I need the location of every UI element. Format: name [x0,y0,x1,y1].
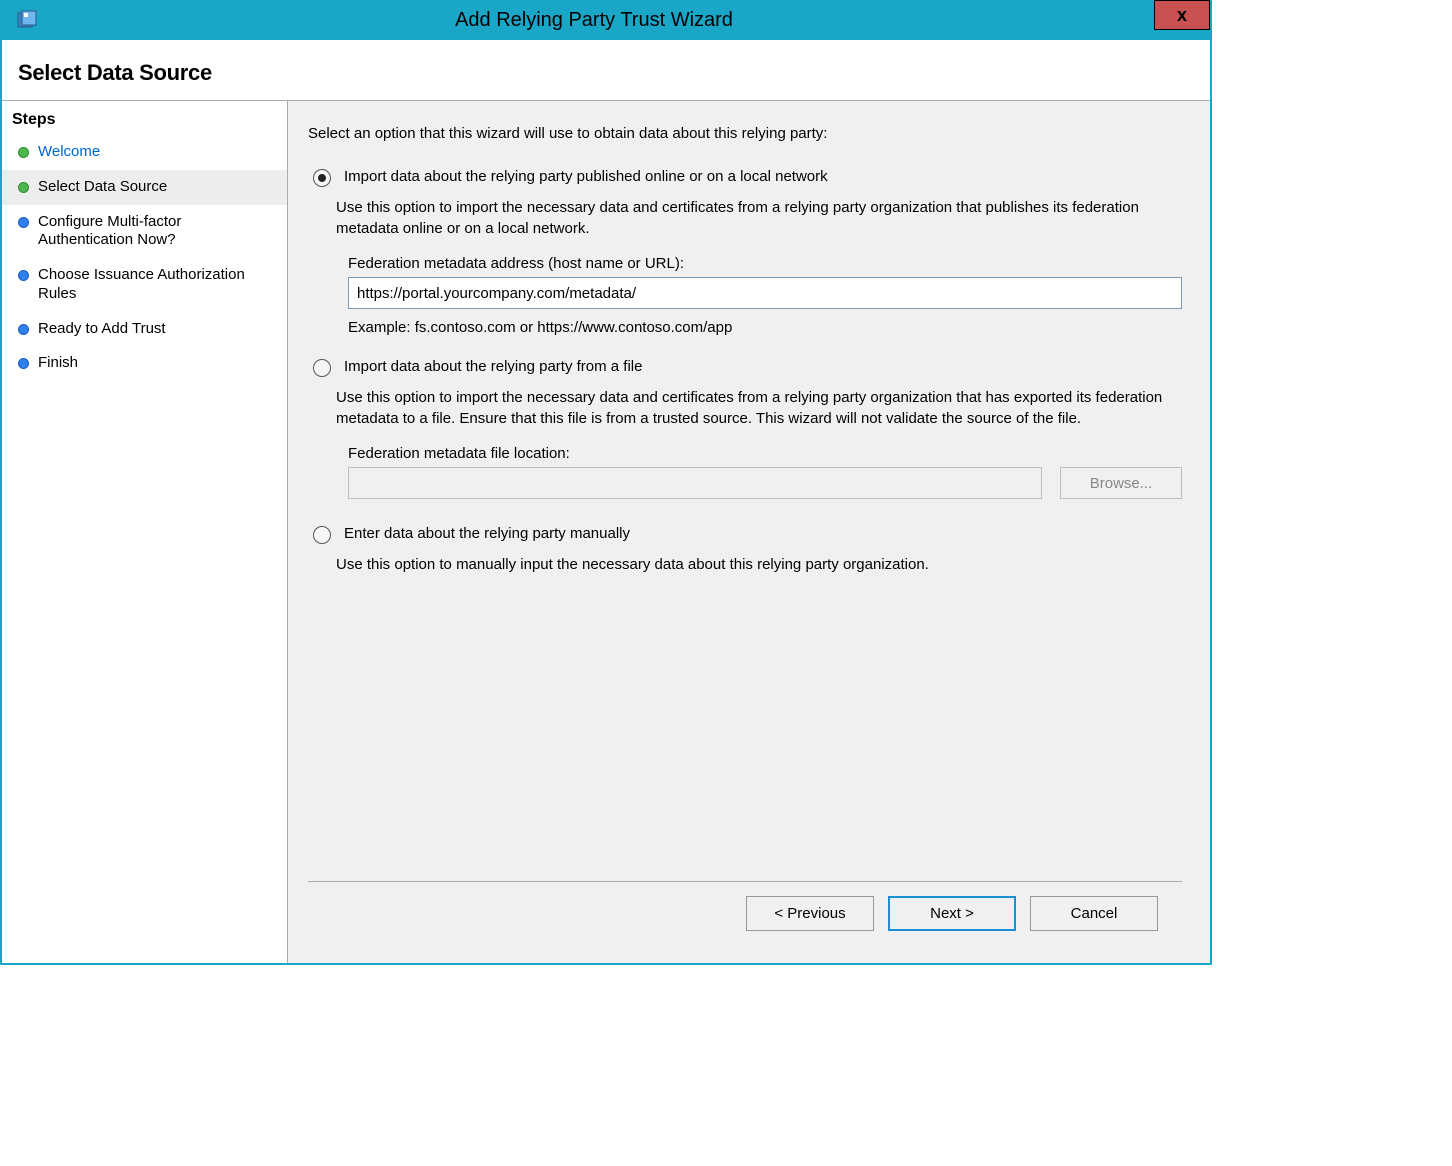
step-finish[interactable]: Finish [2,346,287,381]
option-file-description: Use this option to import the necessary … [336,387,1182,429]
metadata-address-example: Example: fs.contoso.com or https://www.c… [348,319,1182,336]
radio-online[interactable] [313,169,331,187]
step-ready-to-add-trust[interactable]: Ready to Add Trust [2,312,287,347]
step-select-data-source[interactable]: Select Data Source [2,170,287,205]
step-configure-mfa[interactable]: Configure Multi-factor Authentication No… [2,205,287,259]
page-header: Select Data Source [2,40,1210,101]
metadata-address-label: Federation metadata address (host name o… [348,255,1182,272]
radio-file[interactable] [313,359,331,377]
window-title: Add Relying Party Trust Wizard [38,9,1210,32]
steps-heading: Steps [2,107,287,135]
bullet-icon [18,147,29,158]
bullet-icon [18,217,29,228]
option-online-row[interactable]: Import data about the relying party publ… [308,166,1182,187]
step-label: Finish [38,354,78,373]
intro-text: Select an option that this wizard will u… [308,125,1182,142]
wizard-footer: < Previous Next > Cancel [308,881,1182,945]
close-button[interactable]: x [1154,0,1210,30]
option-manual-row[interactable]: Enter data about the relying party manua… [308,523,1182,544]
option-file-row[interactable]: Import data about the relying party from… [308,356,1182,377]
option-manual-label: Enter data about the relying party manua… [344,525,630,542]
metadata-file-input [348,467,1042,499]
titlebar: Add Relying Party Trust Wizard x [2,0,1210,40]
step-label: Welcome [38,143,100,162]
option-file-label: Import data about the relying party from… [344,358,642,375]
option-manual-description: Use this option to manually input the ne… [336,554,1182,575]
step-label: Ready to Add Trust [38,320,166,339]
step-label: Configure Multi-factor Authentication No… [38,213,277,251]
metadata-address-block: Federation metadata address (host name o… [348,255,1182,336]
close-icon: x [1177,5,1187,26]
cancel-button[interactable]: Cancel [1030,896,1158,931]
metadata-file-label: Federation metadata file location: [348,445,1182,462]
step-label: Choose Issuance Authorization Rules [38,266,277,304]
bullet-icon [18,182,29,193]
step-choose-issuance-rules[interactable]: Choose Issuance Authorization Rules [2,258,287,312]
step-welcome[interactable]: Welcome [2,135,287,170]
radio-manual[interactable] [313,526,331,544]
metadata-address-input[interactable] [348,277,1182,309]
browse-button: Browse... [1060,467,1182,499]
steps-sidebar: Steps Welcome Select Data Source Configu… [2,101,288,963]
page-title: Select Data Source [18,60,1194,86]
wizard-window: Add Relying Party Trust Wizard x Select … [0,0,1212,965]
bullet-icon [18,358,29,369]
step-label: Select Data Source [38,178,167,197]
content-pane: Select an option that this wizard will u… [288,101,1210,963]
bullet-icon [18,270,29,281]
metadata-file-block: Federation metadata file location: Brows… [348,445,1182,499]
option-online-label: Import data about the relying party publ… [344,168,828,185]
option-online-description: Use this option to import the necessary … [336,197,1182,239]
next-button[interactable]: Next > [888,896,1016,931]
app-icon [16,9,38,31]
bullet-icon [18,324,29,335]
previous-button[interactable]: < Previous [746,896,874,931]
